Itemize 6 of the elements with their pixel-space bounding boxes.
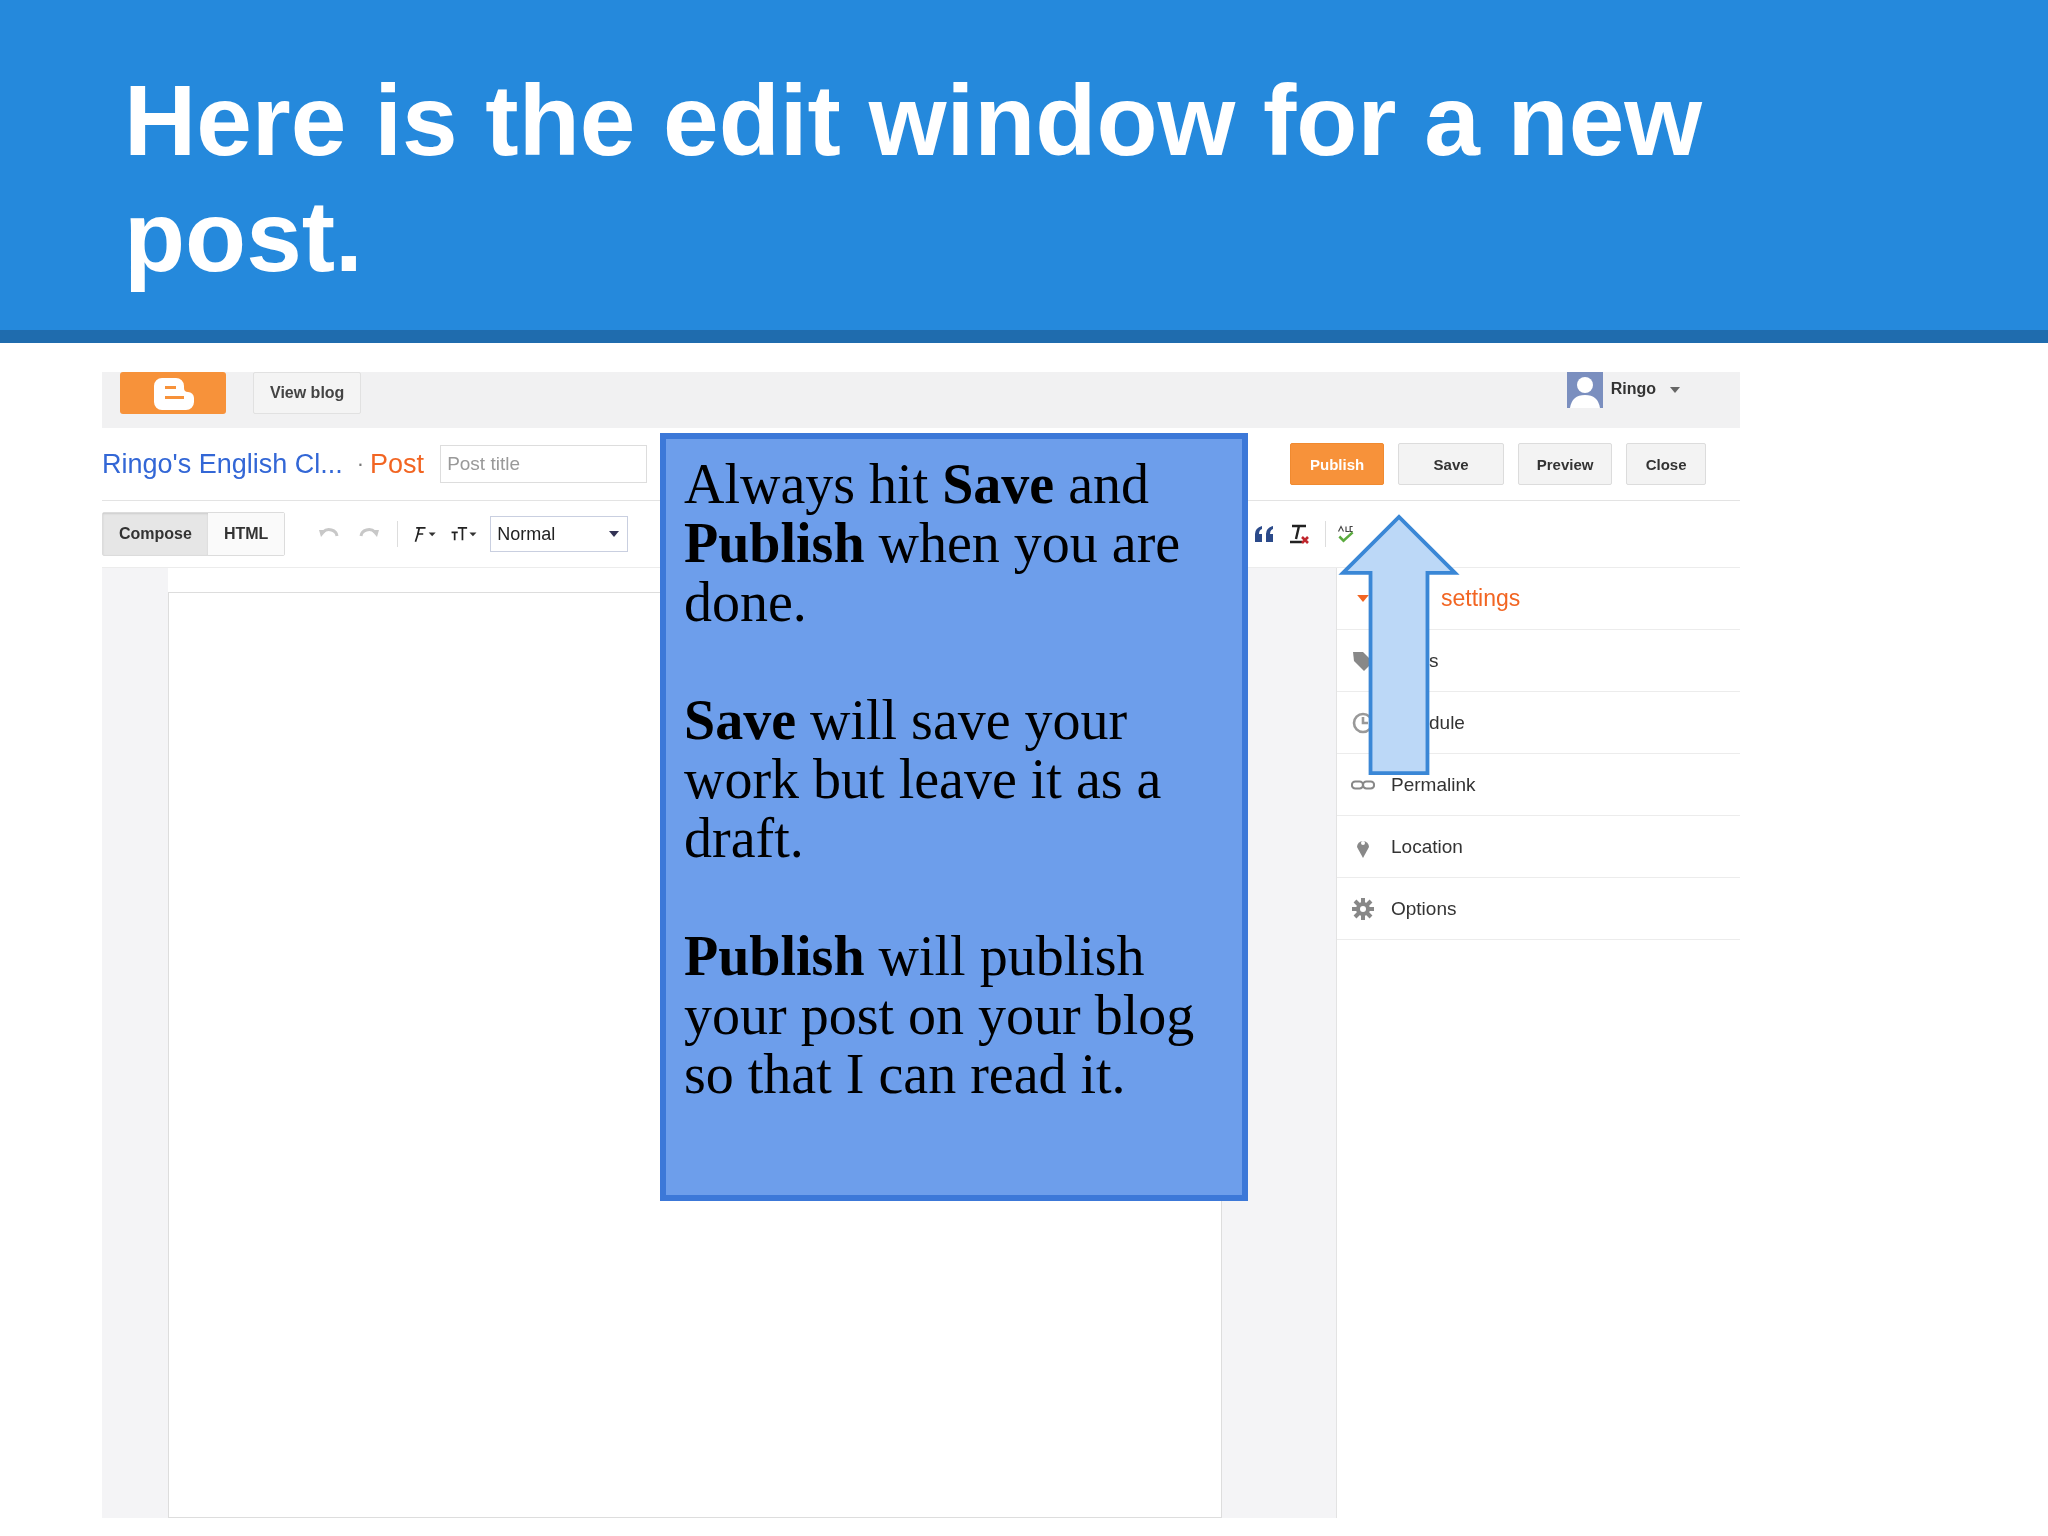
slide-title: Here is the edit window for a new post. <box>124 63 1704 294</box>
callout-text: Publish will publish your post on your blog so that I can read it. <box>684 927 1196 1104</box>
callout-text: Save will save your work but leave it as a draft. <box>684 691 1163 868</box>
callout-text: Always hit Save and Publish when you are done. <box>684 455 1182 632</box>
section-label: Post <box>370 448 425 480</box>
separator-dot: · <box>356 451 365 477</box>
